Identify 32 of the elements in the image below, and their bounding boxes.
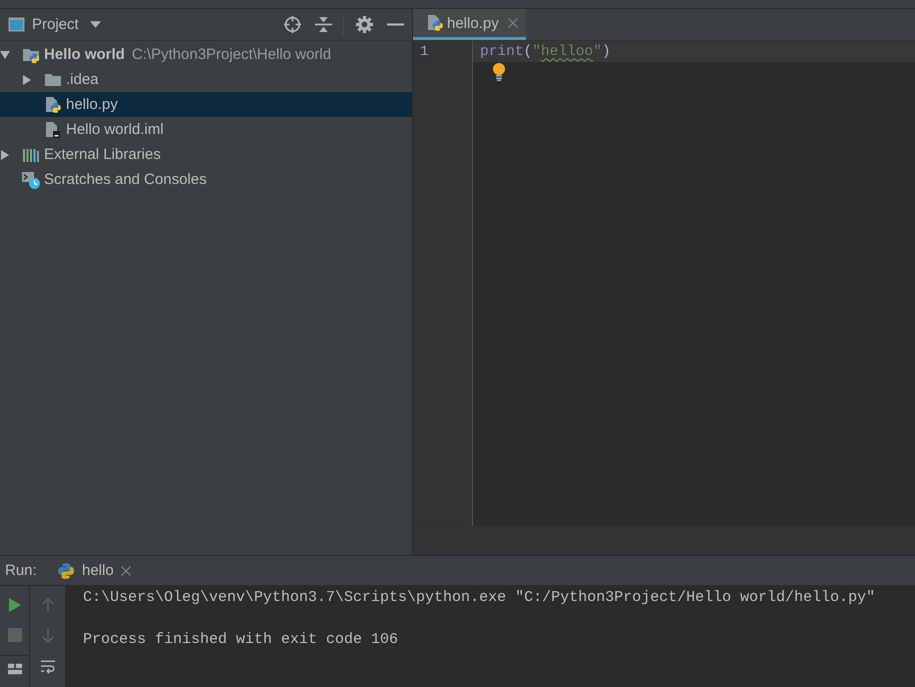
line-number: 1	[420, 44, 428, 60]
triangle-right-icon[interactable]	[0, 150, 10, 160]
settings-icon[interactable]	[356, 16, 373, 33]
triangle-right-icon[interactable]	[22, 74, 32, 84]
collapse-all-icon[interactable]	[315, 16, 332, 33]
editor-tab[interactable]: hello.py	[413, 9, 526, 40]
tree-item[interactable]: .idea	[0, 67, 412, 92]
triangle-down-icon[interactable]	[0, 50, 10, 60]
python-file-icon	[426, 14, 444, 32]
tree-item[interactable]: Hello world.iml	[0, 117, 412, 142]
python-file-icon	[44, 96, 62, 114]
tree-item[interactable]: Scratches and Consoles	[0, 167, 412, 192]
project-view-dropdown[interactable]: Project	[6, 16, 103, 33]
window-icon	[8, 17, 25, 32]
run-tab[interactable]: hello	[40, 556, 146, 585]
run-label: Run:	[4, 561, 38, 581]
console-clock-icon	[22, 170, 40, 188]
soft-wrap-icon[interactable]	[40, 660, 54, 674]
crosshair-icon[interactable]	[284, 16, 301, 33]
lightbulb-icon[interactable]	[492, 63, 506, 81]
console-line: Process finished with exit code 106	[83, 631, 398, 648]
close-icon[interactable]	[120, 566, 131, 576]
console-line: C:\Users\Oleg\venv\Python3.7\Scripts\python.exe "C:/Python3Project/Hello world/hello.py"	[83, 589, 876, 606]
code-line[interactable]: print("helloo")	[480, 44, 611, 60]
caret-icon	[90, 21, 101, 28]
tree-item[interactable]: External Libraries	[0, 142, 412, 167]
tree-item[interactable]: hello.py	[0, 92, 412, 117]
python-logo-icon	[57, 562, 75, 580]
tree-item[interactable]: Hello world C:\Python3Project\Hello world	[0, 42, 412, 67]
play-icon[interactable]	[8, 598, 22, 612]
file-icon	[44, 120, 62, 138]
layout-icon[interactable]	[8, 662, 22, 676]
